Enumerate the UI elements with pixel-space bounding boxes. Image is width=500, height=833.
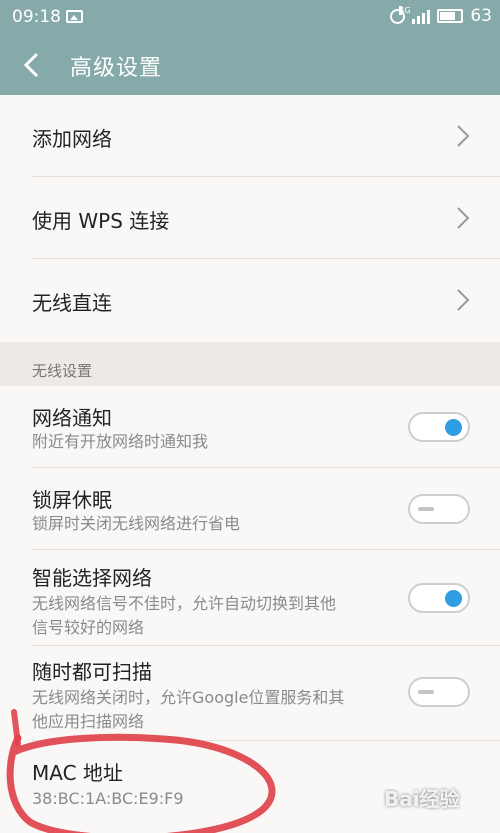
toggle-knob bbox=[445, 590, 462, 607]
network-type: 4G bbox=[399, 6, 411, 15]
network-notify-item[interactable]: 网络通知 附近有开放网络时通知我 bbox=[0, 386, 500, 468]
status-bar: 09:18 4G 63 bbox=[0, 0, 500, 34]
battery-icon bbox=[437, 9, 464, 23]
smart-network-subtitle-line2: 信号较好的网络 bbox=[32, 618, 145, 637]
section-header: 无线设置 bbox=[0, 342, 500, 386]
watermark: Bai经验 bbox=[384, 787, 460, 811]
network-notify-subtitle: 附近有开放网络时通知我 bbox=[32, 432, 209, 451]
mac-address-value: 38:BC:1A:BC:E9:F9 bbox=[32, 789, 184, 808]
smart-network-item[interactable]: 智能选择网络 无线网络信号不佳时，允许自动切换到其他 信号较好的网络 bbox=[0, 550, 500, 646]
chevron-right-icon bbox=[457, 125, 470, 147]
network-notify-toggle[interactable] bbox=[408, 412, 470, 442]
lock-sleep-subtitle: 锁屏时关闭无线网络进行省电 bbox=[32, 514, 241, 533]
always-scan-title: 随时都可扫描 bbox=[32, 660, 152, 684]
lock-sleep-toggle[interactable] bbox=[408, 494, 470, 524]
image-icon bbox=[66, 10, 83, 23]
always-scan-subtitle-line1: 无线网络关闭时，允许Google位置服务和其 bbox=[32, 688, 345, 707]
toggle-knob bbox=[418, 507, 434, 511]
add-network-item[interactable]: 添加网络 bbox=[0, 95, 500, 177]
chevron-left-icon[interactable] bbox=[18, 51, 44, 79]
chevron-right-icon bbox=[457, 289, 470, 311]
smart-network-title: 智能选择网络 bbox=[32, 566, 152, 590]
wps-connect-item[interactable]: 使用 WPS 连接 bbox=[0, 177, 500, 259]
chevron-right-icon bbox=[457, 207, 470, 229]
always-scan-toggle[interactable] bbox=[408, 677, 470, 707]
battery-level: 63 bbox=[470, 6, 492, 26]
always-scan-subtitle-line2: 他应用扫描网络 bbox=[32, 712, 145, 731]
wps-connect-label: 使用 WPS 连接 bbox=[32, 209, 170, 233]
always-scan-item[interactable]: 随时都可扫描 无线网络关闭时，允许Google位置服务和其 他应用扫描网络 bbox=[0, 646, 500, 741]
add-network-label: 添加网络 bbox=[32, 127, 112, 151]
wifi-direct-item[interactable]: 无线直连 bbox=[0, 259, 500, 342]
section-title: 无线设置 bbox=[32, 362, 93, 380]
app-bar: 高级设置 bbox=[0, 34, 500, 95]
network-notify-title: 网络通知 bbox=[32, 406, 112, 430]
lock-sleep-title: 锁屏休眠 bbox=[32, 488, 112, 512]
wifi-direct-label: 无线直连 bbox=[32, 291, 112, 315]
mac-address-title: MAC 地址 bbox=[32, 761, 123, 785]
toggle-knob bbox=[445, 419, 462, 436]
signal-icon: 4G bbox=[399, 6, 431, 24]
status-time: 09:18 bbox=[12, 7, 61, 27]
page-title: 高级设置 bbox=[70, 56, 163, 81]
smart-network-subtitle-line1: 无线网络信号不佳时，允许自动切换到其他 bbox=[32, 594, 337, 613]
lock-sleep-item[interactable]: 锁屏休眠 锁屏时关闭无线网络进行省电 bbox=[0, 468, 500, 550]
smart-network-toggle[interactable] bbox=[408, 583, 470, 613]
toggle-knob bbox=[418, 690, 434, 694]
